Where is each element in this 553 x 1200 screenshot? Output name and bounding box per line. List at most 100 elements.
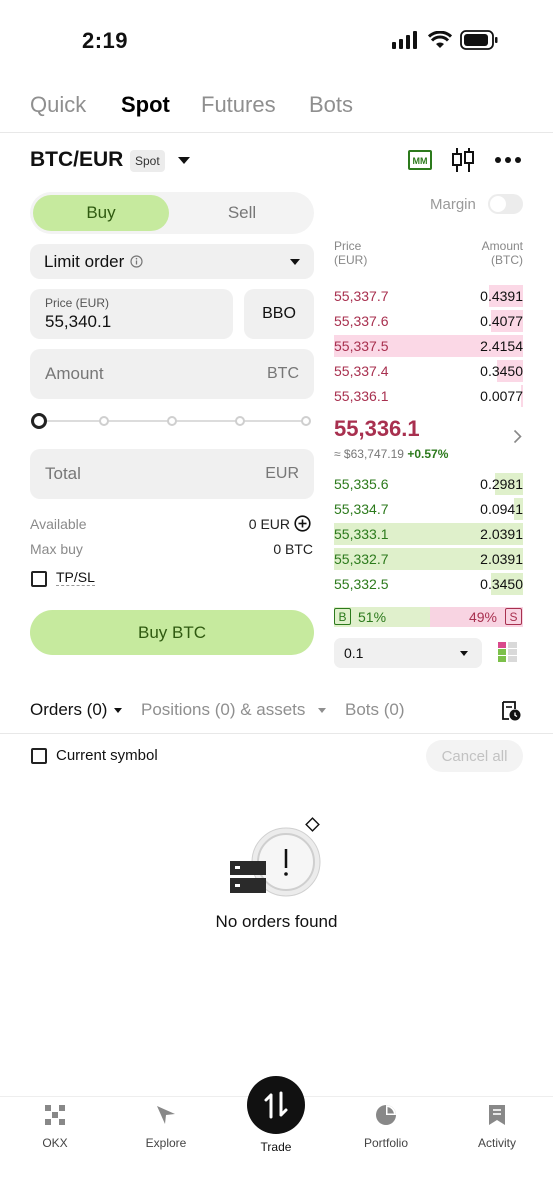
empty-orders-illustration-icon [230, 817, 321, 897]
candlestick-chart-icon[interactable] [450, 146, 476, 174]
pie-chart-icon [376, 1105, 396, 1125]
last-price[interactable]: 55,336.1 [334, 416, 420, 442]
total-placeholder: Total [45, 464, 81, 483]
cancel-all-button[interactable]: Cancel all [426, 740, 523, 772]
amount-input[interactable]: Amount BTC [30, 349, 314, 399]
ask-row[interactable]: 55,336.1 0.0077 [334, 384, 523, 408]
nav-trade-button[interactable] [247, 1076, 305, 1134]
precision-select[interactable]: 0.1 [334, 638, 482, 668]
tab-futures[interactable]: Futures [201, 92, 276, 118]
slider-step-50[interactable] [167, 416, 177, 426]
tab-positions-label: Positions (0) & assets [141, 700, 306, 719]
tab-spot[interactable]: Spot [121, 92, 170, 118]
bid-row[interactable]: 55,334.7 0.0941 [334, 497, 523, 521]
nav-okx[interactable]: OKX [10, 1104, 100, 1150]
buy-btc-button[interactable]: Buy BTC [30, 610, 314, 655]
ask-row[interactable]: 55,337.5 2.4154 [334, 334, 523, 358]
margin-toggle-knob[interactable] [490, 196, 506, 212]
bid-amount: 2.0391 [480, 551, 523, 567]
bid-row[interactable]: 55,335.6 0.2981 [334, 472, 523, 496]
precision-value: 0.1 [344, 645, 364, 661]
fiat-equivalent: ≈ $63,747.19 [334, 447, 404, 461]
nav-explore[interactable]: Explore [121, 1104, 211, 1150]
nav-explore-label: Explore [145, 1136, 187, 1150]
total-unit: EUR [265, 465, 299, 482]
more-options-icon[interactable] [494, 156, 522, 164]
total-input[interactable]: Total EUR [30, 449, 314, 499]
ask-amount: 0.0077 [480, 388, 523, 404]
slider-step-25[interactable] [99, 416, 109, 426]
ask-price: 55,337.7 [334, 288, 389, 304]
nav-activity[interactable]: Activity [452, 1104, 542, 1150]
ask-row[interactable]: 55,337.4 0.3450 [334, 359, 523, 383]
wifi-icon [428, 31, 452, 48]
pair-selector[interactable]: BTC/EUR [30, 148, 123, 172]
bid-price: 55,332.7 [334, 551, 389, 567]
ask-amount: 0.4077 [480, 313, 523, 329]
orderbook-price-header: Price (EUR) [334, 239, 368, 267]
tab-bots-orders[interactable]: Bots (0) [345, 700, 405, 720]
tab-orders[interactable]: Orders (0) [30, 700, 107, 720]
price-input[interactable]: Price (EUR) 55,340.1 [30, 289, 233, 339]
order-type-label: Limit order [44, 251, 125, 271]
slider-step-75[interactable] [235, 416, 245, 426]
order-history-icon[interactable] [500, 700, 522, 722]
available-value: 0 EUR [248, 516, 290, 532]
orders-chevron-down-icon[interactable] [114, 708, 122, 713]
battery-icon [460, 30, 498, 50]
ask-amount: 0.3450 [480, 363, 523, 379]
positions-chevron-down-icon[interactable] [318, 708, 326, 713]
ask-row[interactable]: 55,337.7 0.4391 [334, 284, 523, 308]
nav-trade-label[interactable]: Trade [231, 1140, 321, 1154]
bid-row[interactable]: 55,332.7 2.0391 [334, 547, 523, 571]
buy-ratio-value: 51% [358, 609, 387, 625]
bid-price: 55,334.7 [334, 501, 389, 517]
tab-orders-label: Orders (0) [30, 700, 108, 719]
orders-divider [0, 733, 553, 734]
bid-amount: 0.3450 [480, 576, 523, 592]
buy-toggle-button[interactable]: Buy [33, 195, 169, 231]
bid-price: 55,335.6 [334, 476, 389, 492]
tpsl-label[interactable]: TP/SL [56, 569, 95, 586]
nav-portfolio[interactable]: Portfolio [341, 1104, 431, 1150]
orderbook-layout-icon[interactable] [497, 641, 519, 663]
last-price-fiat: ≈ $63,747.19 +0.57% [334, 447, 448, 461]
cellular-signal-icon [392, 31, 417, 49]
tab-positions-assets[interactable]: Positions (0) & assets [141, 700, 305, 720]
nav-okx-label: OKX [42, 1136, 68, 1150]
amount-unit: BTC [267, 365, 299, 382]
pair-chevron-down-icon[interactable] [178, 157, 190, 164]
tab-quick[interactable]: Quick [30, 92, 86, 118]
sell-ratio-badge: S [505, 608, 522, 625]
status-icons [392, 30, 498, 50]
ask-row[interactable]: 55,337.6 0.4077 [334, 309, 523, 333]
sell-toggle-button[interactable]: Sell [172, 195, 312, 231]
margin-label: Margin [430, 196, 476, 213]
tpsl-checkbox[interactable] [31, 571, 47, 587]
bid-row[interactable]: 55,333.1 2.0391 [334, 522, 523, 546]
svg-text:MM: MM [413, 156, 428, 166]
available-label: Available [30, 516, 87, 532]
bid-row[interactable]: 55,332.5 0.3450 [334, 572, 523, 596]
market-maker-icon[interactable]: MM [408, 150, 432, 170]
current-symbol-label[interactable]: Current symbol [56, 747, 158, 764]
status-time: 2:19 [82, 28, 129, 53]
amount-slider-handle[interactable] [31, 413, 47, 429]
order-type-select[interactable]: Limit order [30, 244, 314, 279]
okx-logo-icon [45, 1105, 65, 1125]
tab-bots[interactable]: Bots [309, 92, 353, 118]
chevron-right-icon[interactable] [513, 429, 522, 444]
precision-chevron-down-icon [460, 650, 468, 656]
empty-state-text: No orders found [215, 912, 338, 931]
bid-price: 55,333.1 [334, 526, 389, 542]
ask-amount: 0.4391 [480, 288, 523, 304]
add-funds-icon[interactable] [294, 515, 311, 532]
info-icon[interactable] [130, 255, 143, 268]
price-value[interactable]: 55,340.1 [45, 312, 218, 332]
nav-activity-label: Activity [477, 1136, 516, 1150]
sell-ratio-value: 49% [468, 609, 497, 625]
bid-amount: 0.2981 [480, 476, 523, 492]
slider-step-100[interactable] [301, 416, 311, 426]
bbo-button[interactable]: BBO [244, 289, 314, 339]
current-symbol-checkbox[interactable] [31, 748, 47, 764]
